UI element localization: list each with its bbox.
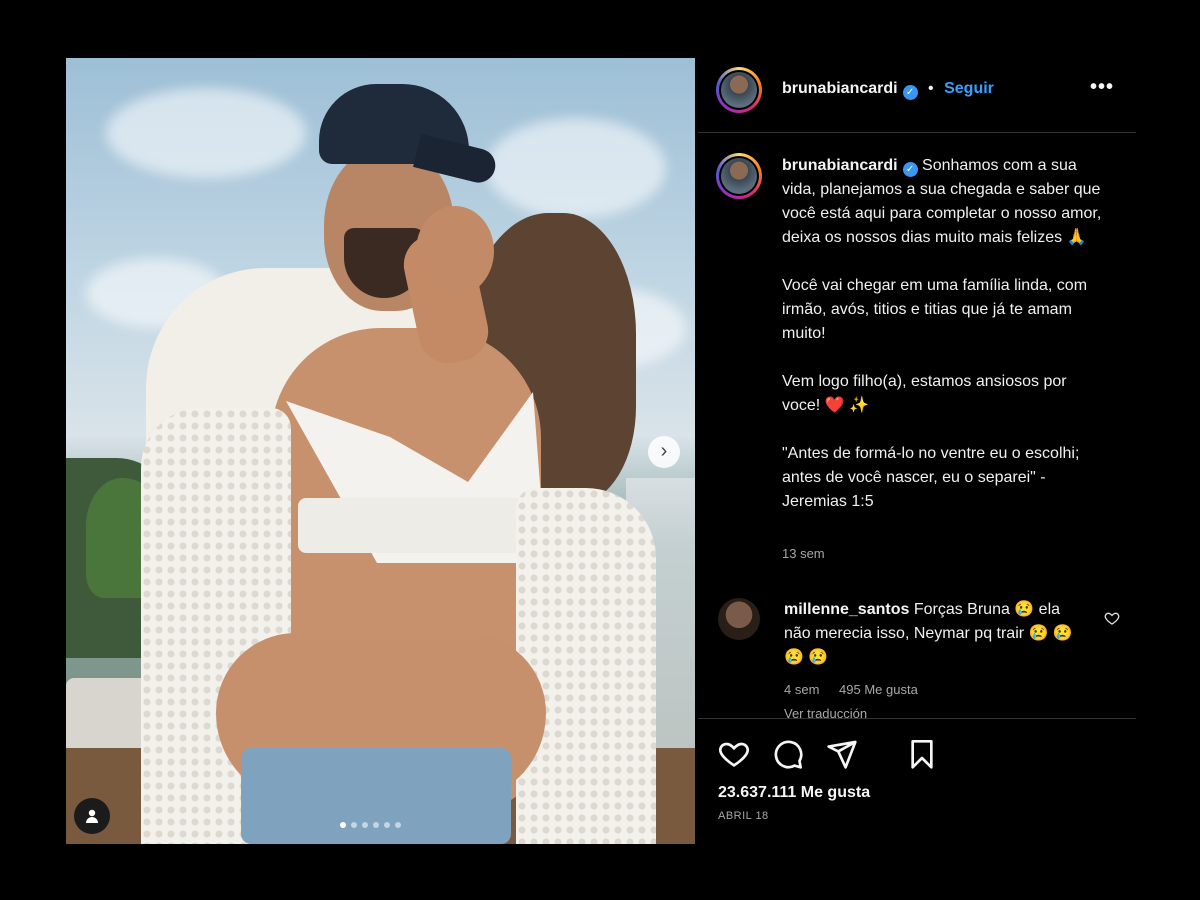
more-icon[interactable]: ••• — [1090, 76, 1114, 99]
like-count[interactable]: 23.637.111 Me gusta — [718, 784, 870, 802]
follow-button[interactable]: Seguir — [944, 80, 994, 97]
carousel-dot — [373, 822, 379, 828]
chevron-right-icon[interactable]: › — [648, 436, 680, 468]
comment-username[interactable]: millenne_santos — [784, 601, 909, 618]
cloud — [106, 88, 306, 178]
verified-icon: ✓ — [902, 162, 918, 177]
carousel-dots — [340, 822, 401, 828]
comment-icon[interactable] — [772, 738, 804, 775]
jeans — [241, 748, 511, 844]
caption-paragraph: Vem logo filho(a), estamos ansiosos por … — [782, 373, 1067, 414]
username-link[interactable]: brunabiancardi — [782, 80, 898, 97]
post-side-panel: brunabiancardi ✓ • Seguir ••• brunabianca… — [698, 58, 1136, 844]
translate-link[interactable]: Ver traducción — [784, 706, 867, 718]
post-photo[interactable]: › — [66, 58, 695, 844]
carousel-dot — [340, 822, 346, 828]
avatar[interactable] — [718, 598, 760, 640]
divider — [698, 718, 1136, 719]
heart-icon[interactable] — [718, 738, 750, 775]
caption-paragraph: "Antes de formá-lo no ventre eu o escolh… — [782, 445, 1080, 510]
woman-face — [416, 206, 494, 296]
comment-likes[interactable]: 495 Me gusta — [839, 682, 918, 697]
avatar[interactable] — [716, 153, 762, 199]
carousel-dot — [351, 822, 357, 828]
caption: brunabiancardi ✓ Sonhamos com a sua vida,… — [782, 154, 1102, 538]
avatar[interactable] — [716, 67, 762, 113]
verified-icon: ✓ — [902, 85, 918, 100]
action-bar — [718, 738, 1118, 772]
comment-meta: 4 sem 495 Me gusta — [784, 682, 934, 697]
comment-time[interactable]: 4 sem — [784, 682, 819, 697]
post-date: ABRIL 18 — [718, 810, 769, 822]
caption-username[interactable]: brunabiancardi — [782, 157, 898, 174]
crochet-top-band — [298, 498, 548, 553]
carousel-dot — [362, 822, 368, 828]
caption-paragraph: brunabiancardi ✓ Sonhamos com a sua vida,… — [782, 154, 1102, 250]
caption-time[interactable]: 13 sem — [782, 546, 825, 561]
carousel-dot — [384, 822, 390, 828]
separator: • — [928, 80, 934, 97]
bookmark-icon[interactable] — [906, 738, 938, 775]
comment-like-icon[interactable] — [1104, 610, 1120, 629]
post-header: brunabiancardi ✓ • Seguir ••• — [698, 58, 1136, 133]
header-user: brunabiancardi ✓ • Seguir — [782, 80, 994, 100]
user-tag-icon[interactable] — [74, 798, 110, 834]
caption-paragraph: Você vai chegar em uma família linda, co… — [782, 277, 1088, 342]
cardigan-right — [516, 488, 656, 844]
cloud — [486, 118, 666, 218]
share-icon[interactable] — [826, 738, 858, 775]
carousel-dot — [395, 822, 401, 828]
comment-text-block: millenne_santos Forças Bruna 😢 ela não m… — [784, 598, 1084, 670]
